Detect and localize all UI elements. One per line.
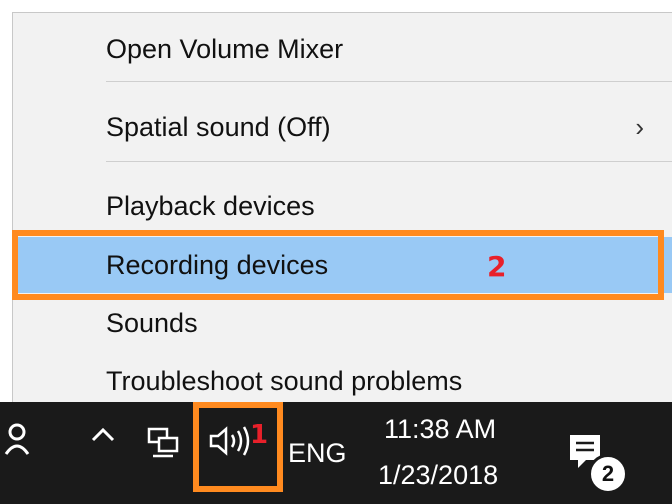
annotation-step-2: 2 (487, 250, 507, 283)
clock-date[interactable]: 1/23/2018 (378, 460, 498, 491)
menu-item-troubleshoot[interactable]: Troubleshoot sound problems (13, 353, 672, 409)
menu-separator (106, 81, 672, 82)
annotation-highlight-box (12, 230, 664, 300)
menu-item-sounds[interactable]: Sounds (13, 295, 672, 351)
menu-item-open-volume-mixer[interactable]: Open Volume Mixer (13, 21, 672, 77)
menu-item-spatial-sound[interactable]: Spatial sound (Off) › (13, 99, 672, 155)
show-hidden-icons-chevron-icon[interactable] (90, 422, 116, 456)
background-strip (12, 0, 672, 12)
annotation-step-1: 1 (250, 420, 269, 450)
volume-icon[interactable] (208, 424, 254, 465)
menu-item-label: Open Volume Mixer (106, 34, 344, 64)
notification-count-badge: 2 (588, 454, 628, 494)
taskbar: 1 ENG 11:38 AM 1/23/2018 2 (0, 402, 672, 504)
menu-item-playback-devices[interactable]: Playback devices (13, 178, 672, 234)
sound-context-menu: Open Volume Mixer Spatial sound (Off) › … (12, 12, 672, 402)
language-indicator[interactable]: ENG (288, 438, 347, 469)
menu-separator (106, 161, 672, 162)
menu-item-label: Spatial sound (Off) (106, 112, 331, 142)
chevron-right-icon: › (635, 112, 644, 142)
menu-item-label: Troubleshoot sound problems (106, 366, 463, 396)
menu-item-label: Playback devices (106, 191, 315, 221)
clock-time[interactable]: 11:38 AM (384, 414, 496, 445)
menu-item-label: Sounds (106, 308, 198, 338)
network-icon[interactable] (147, 426, 181, 460)
person-icon[interactable] (4, 422, 30, 464)
